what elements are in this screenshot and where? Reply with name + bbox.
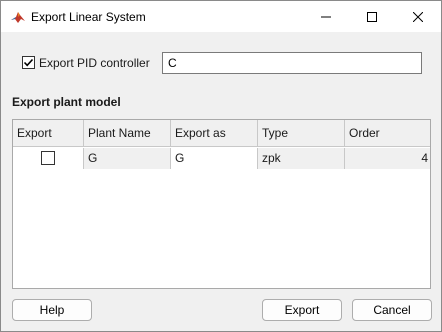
help-button[interactable]: Help: [12, 299, 92, 321]
maximize-icon: [367, 11, 377, 22]
column-header-type[interactable]: Type: [258, 120, 345, 147]
column-header-plant-name[interactable]: Plant Name: [84, 120, 171, 147]
minimize-button[interactable]: [303, 1, 349, 32]
export-as-cell[interactable]: G: [171, 148, 258, 169]
plant-model-table: Export Plant Name Export as Type Order G…: [12, 119, 431, 289]
export-pid-label: Export PID controller: [39, 56, 150, 70]
maximize-button[interactable]: [349, 1, 395, 32]
type-cell: zpk: [258, 148, 345, 169]
window-title: Export Linear System: [31, 10, 146, 24]
minimize-icon: [321, 16, 331, 17]
title-bar: Export Linear System: [1, 1, 441, 32]
checkmark-icon: [23, 58, 34, 67]
dialog-content: Export PID controller C Export plant mod…: [1, 32, 441, 331]
export-pid-checkbox[interactable]: [22, 56, 35, 69]
export-cell[interactable]: [13, 148, 84, 169]
export-row-checkbox[interactable]: [41, 151, 55, 165]
matlab-icon: [10, 9, 26, 25]
export-plant-model-heading: Export plant model: [12, 95, 121, 109]
plant-name-cell: G: [84, 148, 171, 169]
column-header-order[interactable]: Order: [345, 120, 430, 147]
table-row: G G zpk 4: [13, 148, 430, 169]
close-icon: [413, 11, 423, 22]
column-header-export-as[interactable]: Export as: [171, 120, 258, 147]
order-cell: 4: [345, 148, 430, 169]
column-header-export[interactable]: Export: [13, 120, 84, 147]
pid-controller-name-field[interactable]: C: [162, 52, 422, 74]
cancel-button[interactable]: Cancel: [352, 299, 432, 321]
table-header: Export Plant Name Export as Type Order: [13, 120, 430, 147]
close-button[interactable]: [395, 1, 441, 32]
export-button[interactable]: Export: [262, 299, 342, 321]
export-linear-system-dialog: Export Linear System Export PID controll…: [0, 0, 442, 332]
